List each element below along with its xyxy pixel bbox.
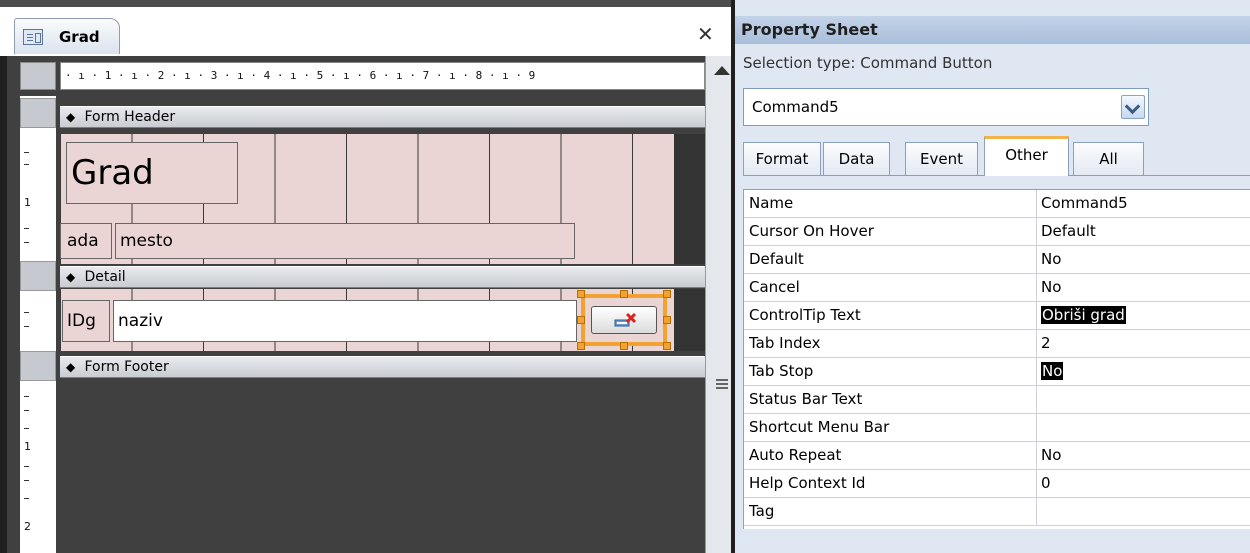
section-collapse-icon: ◆ bbox=[66, 360, 76, 374]
property-value[interactable]: Command5 bbox=[1041, 194, 1128, 212]
property-name: Name bbox=[749, 194, 794, 212]
horizontal-ruler[interactable]: · ı · 1 · ı · 2 · ı · 3 · ı · 4 · ı · 5 … bbox=[60, 62, 705, 90]
command5-button[interactable] bbox=[581, 294, 667, 346]
tab-other[interactable]: Other bbox=[984, 136, 1069, 176]
scroll-grip-icon[interactable] bbox=[716, 379, 728, 389]
property-name: Tab Index bbox=[749, 334, 821, 352]
access-window: Grad ✕ · ı · 1 · ı · 2 · ı · 3 · ı · 4 ·… bbox=[0, 0, 1250, 553]
property-name: Default bbox=[749, 250, 804, 268]
property-value[interactable]: No bbox=[1041, 250, 1061, 268]
property-name: Cursor On Hover bbox=[749, 222, 874, 240]
property-row-default[interactable]: Default No bbox=[744, 246, 1250, 274]
selection-handle[interactable] bbox=[620, 342, 628, 350]
chevron-down-icon[interactable] bbox=[1121, 95, 1145, 119]
property-value[interactable]: Obriši grad bbox=[1041, 306, 1126, 324]
tab-all[interactable]: All bbox=[1073, 142, 1144, 176]
selection-handle[interactable] bbox=[663, 342, 671, 350]
property-sheet: Property Sheet Selection type: Command B… bbox=[731, 0, 1250, 553]
section-collapse-icon: ◆ bbox=[66, 110, 76, 124]
property-row-cancel[interactable]: Cancel No bbox=[744, 274, 1250, 302]
label-idg[interactable]: IDg bbox=[62, 300, 110, 342]
selection-handle[interactable] bbox=[577, 290, 585, 298]
property-row-shortcut-menu-bar[interactable]: Shortcut Menu Bar bbox=[744, 414, 1250, 442]
property-row-tag[interactable]: Tag bbox=[744, 498, 1250, 526]
form-selector[interactable] bbox=[20, 62, 56, 90]
tab-format[interactable]: Format bbox=[743, 142, 821, 176]
property-value[interactable]: Default bbox=[1041, 222, 1096, 240]
section-collapse-icon: ◆ bbox=[66, 270, 76, 284]
label-mesto[interactable]: mesto bbox=[115, 223, 575, 259]
property-row-cursor-on-hover[interactable]: Cursor On Hover Default bbox=[744, 218, 1250, 246]
property-grid: Name Command5 Cursor On Hover Default De… bbox=[743, 189, 1250, 529]
selection-handle[interactable] bbox=[663, 316, 671, 324]
object-selector[interactable]: Command5 bbox=[743, 88, 1149, 126]
tab-event[interactable]: Event bbox=[905, 142, 978, 176]
form-header-label: Form Header bbox=[84, 109, 176, 125]
property-name: Cancel bbox=[749, 278, 800, 296]
form-footer-bar[interactable]: ◆ Form Footer bbox=[60, 356, 705, 378]
label-ada[interactable]: ada bbox=[60, 223, 112, 259]
selection-type: Selection type: Command Button bbox=[743, 54, 993, 72]
selection-handle[interactable] bbox=[577, 342, 585, 350]
selection-handle[interactable] bbox=[577, 316, 585, 324]
property-sheet-title: Property Sheet bbox=[735, 16, 1250, 44]
vertical-ruler-mark: 1 bbox=[24, 440, 31, 453]
property-row-tab-index[interactable]: Tab Index 2 bbox=[744, 330, 1250, 358]
document-tab-label: Grad bbox=[59, 28, 100, 46]
title-label[interactable]: Grad bbox=[66, 142, 238, 204]
delete-record-icon bbox=[614, 312, 637, 327]
close-document-icon[interactable]: ✕ bbox=[697, 24, 714, 44]
form-design-surface: · ı · 1 · ı · 2 · ı · 3 · ı · 4 · ı · 5 … bbox=[0, 56, 738, 553]
detail-bar[interactable]: ◆ Detail bbox=[60, 266, 705, 288]
property-row-auto-repeat[interactable]: Auto Repeat No bbox=[744, 442, 1250, 470]
document-tab-grad[interactable]: Grad bbox=[14, 18, 120, 54]
property-value[interactable]: No bbox=[1041, 278, 1061, 296]
property-name: Tag bbox=[749, 502, 775, 520]
selection-handle[interactable] bbox=[620, 290, 628, 298]
form-footer-label: Form Footer bbox=[84, 359, 169, 375]
vertical-ruler-mark: 1 bbox=[24, 196, 31, 209]
detail-label: Detail bbox=[84, 269, 126, 285]
property-name: ControlTip Text bbox=[749, 306, 861, 324]
property-value[interactable]: No bbox=[1041, 446, 1061, 464]
property-value[interactable]: No bbox=[1041, 362, 1064, 380]
property-row-name[interactable]: Name Command5 bbox=[744, 190, 1250, 218]
property-row-help-context-id[interactable]: Help Context Id 0 bbox=[744, 470, 1250, 498]
tab-data[interactable]: Data bbox=[823, 142, 890, 176]
header-selector[interactable] bbox=[20, 98, 56, 128]
textbox-naziv[interactable]: naziv bbox=[113, 300, 577, 342]
property-name: Help Context Id bbox=[749, 474, 866, 492]
document-tab-strip: Grad ✕ bbox=[0, 0, 731, 56]
property-row-status-bar-text[interactable]: Status Bar Text bbox=[744, 386, 1250, 414]
scroll-up-icon[interactable] bbox=[714, 66, 730, 75]
property-name: Status Bar Text bbox=[749, 390, 863, 408]
property-row-controltip-text[interactable]: ControlTip Text Obriši grad bbox=[744, 302, 1250, 330]
selection-handle[interactable] bbox=[663, 290, 671, 298]
form-icon bbox=[23, 29, 43, 45]
vertical-ruler-mark: 2 bbox=[24, 520, 31, 533]
property-name: Tab Stop bbox=[749, 362, 814, 380]
property-name: Shortcut Menu Bar bbox=[749, 418, 890, 436]
property-name: Auto Repeat bbox=[749, 446, 842, 464]
property-row-tab-stop[interactable]: Tab Stop No bbox=[744, 358, 1250, 386]
form-header-bar[interactable]: ◆ Form Header bbox=[60, 106, 705, 128]
property-value[interactable]: 0 bbox=[1041, 474, 1051, 492]
property-value[interactable]: 2 bbox=[1041, 334, 1051, 352]
detail-selector[interactable] bbox=[20, 261, 56, 291]
object-selector-value: Command5 bbox=[752, 98, 839, 116]
footer-selector[interactable] bbox=[20, 351, 56, 381]
